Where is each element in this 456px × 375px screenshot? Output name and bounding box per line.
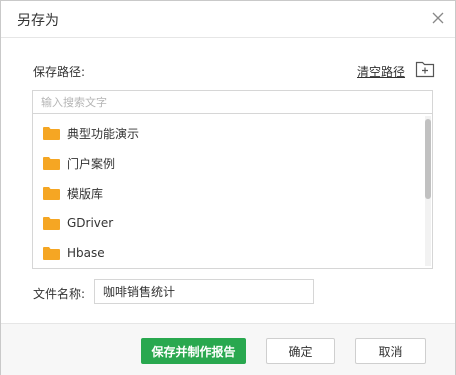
filename-label: 文件名称: (33, 287, 86, 301)
folder-icon (43, 186, 60, 200)
folder-label: 模版库 (67, 186, 104, 201)
folder-icon (43, 126, 60, 140)
folder-icon (43, 246, 60, 260)
folder-item[interactable]: 门户案例 (43, 148, 115, 178)
dialog-header: 另存为 (1, 1, 455, 38)
save-and-create-report-button[interactable]: 保存并制作报告 (141, 338, 246, 364)
ok-button[interactable]: 确定 (266, 338, 335, 364)
scrollbar[interactable] (425, 116, 431, 266)
folder-list: 典型功能演示 门户案例 模版库 GDriver Hbase (32, 114, 433, 269)
filename-field (94, 279, 314, 304)
folder-item[interactable]: 典型功能演示 (43, 118, 139, 148)
new-folder-icon[interactable] (415, 60, 435, 78)
folder-item[interactable]: 模版库 (43, 178, 103, 208)
scrollbar-thumb[interactable] (425, 119, 431, 199)
search-input[interactable] (33, 91, 432, 114)
folder-label: 典型功能演示 (67, 126, 140, 141)
folder-item[interactable]: Hbase (43, 238, 105, 268)
filename-input[interactable] (95, 280, 313, 303)
clear-path-link[interactable]: 清空路径 (357, 63, 405, 80)
folder-icon (43, 156, 60, 170)
folder-label: 门户案例 (67, 156, 116, 171)
folder-icon (43, 216, 60, 230)
close-icon[interactable] (431, 11, 445, 25)
cancel-button[interactable]: 取消 (355, 338, 426, 364)
dialog-footer: 保存并制作报告 确定 取消 (1, 323, 455, 375)
dialog-title: 另存为 (17, 13, 59, 29)
folder-item[interactable]: GDriver (43, 208, 113, 238)
save-as-dialog: 另存为 保存路径: 清空路径 典型功能演示 门户案例 模版库 GDriver (0, 0, 456, 375)
search-box (32, 90, 433, 114)
folder-label: Hbase (67, 246, 105, 260)
save-path-label: 保存路径: (33, 65, 86, 79)
folder-label: GDriver (67, 216, 114, 230)
